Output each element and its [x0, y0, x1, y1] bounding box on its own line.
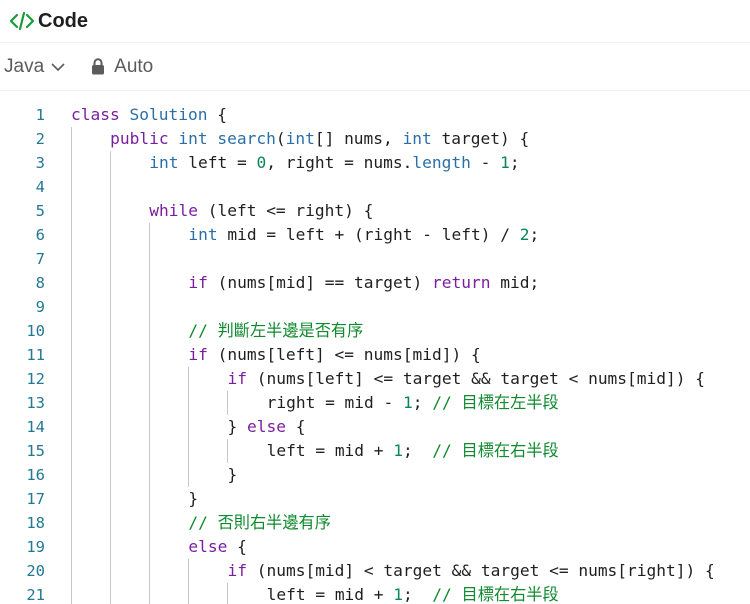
- line-number: 15: [26, 442, 45, 460]
- code-icon: [9, 11, 35, 31]
- indent-guide: [227, 391, 229, 415]
- code-text: else {: [188, 537, 247, 556]
- code-line[interactable]: 2 public int search(int[] nums, int targe…: [0, 127, 750, 151]
- code-text: if (nums[left] <= nums[mid]) {: [188, 345, 481, 364]
- code-line[interactable]: 13 right = mid - 1; // 目標在左半段: [0, 391, 750, 415]
- mode-label: Auto: [114, 55, 154, 77]
- line-number: 7: [35, 250, 45, 268]
- code-line[interactable]: 18 // 否則右半邊有序: [0, 511, 750, 535]
- code-text: // 否則右半邊有序: [188, 513, 331, 532]
- line-number: 17: [26, 490, 45, 508]
- code-text: int left = 0, right = nums.length - 1;: [149, 153, 520, 172]
- code-text: if (nums[left] <= target && target < num…: [227, 369, 706, 388]
- code-line[interactable]: 14 } else {: [0, 415, 750, 439]
- indent-guide: [71, 127, 72, 604]
- line-number: 19: [26, 538, 45, 556]
- indent-guide: [227, 439, 229, 463]
- indent-guide: [149, 223, 151, 604]
- code-line[interactable]: 1 class Solution {: [0, 103, 750, 127]
- code-line[interactable]: 10 // 判斷左半邊是否有序: [0, 319, 750, 343]
- lock-icon: [92, 58, 105, 75]
- code-text: }: [227, 465, 238, 484]
- line-number: 10: [26, 322, 45, 340]
- chevron-down-icon: [51, 62, 65, 71]
- code-line[interactable]: 7: [0, 247, 750, 271]
- code-line[interactable]: 21 left = mid + 1; // 目標在右半段: [0, 583, 750, 604]
- code-line[interactable]: 9: [0, 295, 750, 319]
- code-editor[interactable]: 1 class Solution { 2 public int search(int[…: [0, 91, 750, 604]
- line-number: 4: [35, 178, 45, 196]
- code-line[interactable]: 15 left = mid + 1; // 目標在右半段: [0, 439, 750, 463]
- line-number: 1: [35, 106, 45, 124]
- code-line[interactable]: 19 else {: [0, 535, 750, 559]
- line-number: 11: [26, 346, 45, 364]
- code-text: while (left <= right) {: [149, 201, 374, 220]
- code-text: if (nums[mid] == target) return mid;: [188, 273, 540, 292]
- code-line[interactable]: 5 while (left <= right) {: [0, 199, 750, 223]
- line-number: 20: [26, 562, 45, 580]
- code-line[interactable]: 12 if (nums[left] <= target && target < n…: [0, 367, 750, 391]
- code-line[interactable]: 17}: [0, 487, 750, 511]
- auto-mode-indicator[interactable]: Auto: [91, 56, 153, 78]
- code-text: // 判斷左半邊是否有序: [188, 321, 364, 340]
- language-selector[interactable]: Java: [4, 56, 65, 78]
- line-number: 13: [26, 394, 45, 412]
- code-line[interactable]: 20 if (nums[mid] < target && target <= nu…: [0, 559, 750, 583]
- code-text: }: [188, 489, 199, 508]
- language-label: Java: [4, 55, 45, 77]
- line-number: 6: [35, 226, 45, 244]
- code-panel-header: Code: [0, 0, 750, 42]
- line-number: 18: [26, 514, 45, 532]
- panel-title: Code: [38, 9, 88, 32]
- line-number: 2: [35, 130, 45, 148]
- code-line[interactable]: 4: [0, 175, 750, 199]
- indent-guide: [188, 559, 190, 604]
- code-line[interactable]: 8 if (nums[mid] == target) return mid;: [0, 271, 750, 295]
- line-number: 21: [26, 586, 45, 604]
- code-text: int mid = left + (right - left) / 2;: [188, 225, 540, 244]
- code-text: public int search(int[] nums, int target…: [110, 129, 530, 148]
- code-line[interactable]: 16}: [0, 463, 750, 487]
- code-text: right = mid - 1; // 目標在左半段: [266, 393, 559, 412]
- line-number: 14: [26, 418, 45, 436]
- line-number: 5: [35, 202, 45, 220]
- code-text: class Solution {: [71, 105, 227, 124]
- code-line[interactable]: 3 int left = 0, right = nums.length - 1;: [0, 151, 750, 175]
- indent-guide: [227, 583, 229, 604]
- editor-toolbar: Java Auto: [0, 42, 750, 91]
- code-text: left = mid + 1; // 目標在右半段: [266, 441, 559, 460]
- line-number: 16: [26, 466, 45, 484]
- indent-guide: [110, 151, 112, 604]
- code-text: } else {: [227, 417, 306, 436]
- indent-guide: [188, 367, 190, 487]
- code-text: if (nums[mid] < target && target <= nums…: [227, 561, 715, 580]
- code-text: left = mid + 1; // 目標在右半段: [266, 585, 559, 604]
- code-line[interactable]: 6 int mid = left + (right - left) / 2;: [0, 223, 750, 247]
- code-line[interactable]: 11 if (nums[left] <= nums[mid]) {: [0, 343, 750, 367]
- line-number: 9: [35, 298, 45, 316]
- line-number: 8: [35, 274, 45, 292]
- line-number: 3: [35, 154, 45, 172]
- line-number: 12: [26, 370, 45, 388]
